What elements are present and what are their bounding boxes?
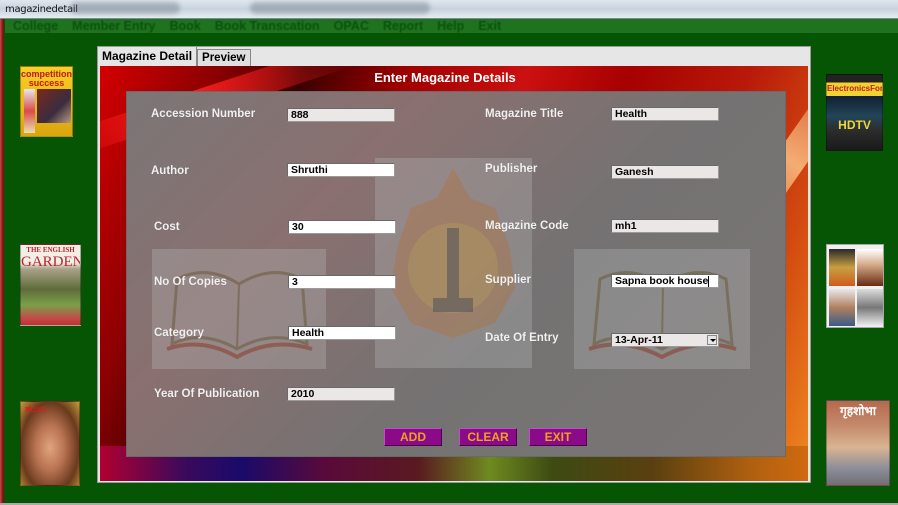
category-input[interactable]: Health [288, 326, 396, 340]
menu-help[interactable]: Help [437, 19, 464, 33]
open-book-icon [166, 271, 313, 360]
cover-image [829, 249, 855, 286]
magazine-title-label: Magazine Title [485, 108, 564, 120]
menu-opac[interactable]: OPAC [334, 19, 369, 33]
menu-exit[interactable]: Exit [478, 19, 501, 33]
titlebar-blur [70, 2, 180, 14]
cost-label: Cost [154, 221, 180, 233]
window-titlebar: magazinedetail [0, 0, 898, 19]
clear-button[interactable]: CLEAR [459, 428, 517, 446]
category-label: Category [154, 327, 204, 339]
magazine-code-input[interactable]: mh1 [611, 219, 719, 233]
cover-image [857, 289, 883, 326]
magazine-cover-english-garden: THE ENGLISH GARDEN [20, 244, 81, 326]
no-of-copies-label: No Of Copies [154, 276, 227, 288]
author-label: Author [151, 165, 189, 177]
add-button[interactable]: ADD [384, 428, 442, 446]
cover-title: THE ENGLISH [26, 246, 75, 254]
open-book-icon [588, 271, 737, 360]
date-of-entry-picker[interactable]: 13-Apr-11 [611, 333, 719, 347]
form-panel: Accession Number 888 Author Shruthi Cost… [126, 91, 786, 457]
no-of-copies-input[interactable]: 3 [288, 275, 396, 289]
year-of-publication-input[interactable]: 2010 [287, 387, 395, 401]
cover-title: competition success [21, 69, 72, 88]
magazine-cover-grihshobha: गृहशोभा [826, 400, 890, 486]
magazine-form-window: Magazine Detail Preview Enter Magazine D… [97, 46, 811, 483]
menu-bar: College Member Entry Book Book Transcati… [5, 19, 898, 33]
titlebar-blur [250, 2, 430, 14]
form-title: Enter Magazine Details [374, 70, 516, 85]
cover-title: ತರಂಗ [25, 404, 46, 415]
date-of-entry-label: Date Of Entry [485, 332, 559, 344]
magazine-cover-electronics-for-you: ElectronicsForYou HDTV [826, 74, 883, 151]
publisher-label: Publisher [485, 163, 538, 175]
open-book-watermark [574, 249, 750, 369]
magazine-title-input[interactable]: Health [611, 107, 719, 121]
supplier-label: Supplier [485, 274, 532, 286]
cover-image [829, 289, 855, 326]
magazine-cover-sudha [826, 244, 884, 328]
menu-college[interactable]: College [13, 19, 58, 33]
menu-book-transaction[interactable]: Book Transcation [215, 19, 320, 33]
date-of-entry-value: 13-Apr-11 [615, 334, 663, 346]
cover-title: गृहशोभा [840, 404, 876, 418]
exit-button[interactable]: EXIT [529, 428, 587, 446]
accession-number-input[interactable]: 888 [287, 108, 395, 122]
cover-image [857, 249, 883, 286]
form-background: Enter Magazine Details Accession Number … [100, 66, 808, 481]
cover-title: ElectronicsForYou [827, 84, 883, 93]
year-of-publication-label: Year Of Publication [154, 388, 260, 400]
cover-image [37, 89, 71, 123]
menu-member-entry[interactable]: Member Entry [72, 19, 155, 33]
cover-title-big: GARDEN [21, 254, 81, 270]
supplier-value: Sapna book house [615, 275, 709, 287]
cover-title-big: HDTV [838, 118, 871, 132]
supplier-input[interactable]: Sapna book house [611, 274, 719, 288]
author-input[interactable]: Shruthi [287, 163, 395, 177]
magazine-cover-competition-success: competition success [20, 66, 73, 137]
cost-input[interactable]: 30 [288, 220, 396, 234]
menu-book[interactable]: Book [170, 19, 201, 33]
magazine-cover-tharanga: ತರಂಗ [20, 401, 80, 486]
magazine-code-label: Magazine Code [485, 220, 569, 232]
tab-magazine-detail[interactable]: Magazine Detail [98, 47, 198, 66]
tab-preview[interactable]: Preview [197, 49, 251, 66]
window-title: magazinedetail [5, 4, 78, 15]
open-book-watermark [152, 249, 326, 369]
cover-image [24, 89, 35, 133]
menu-report[interactable]: Report [383, 19, 423, 33]
publisher-input[interactable]: Ganesh [611, 165, 719, 179]
tab-strip: Magazine Detail Preview [98, 47, 251, 66]
chevron-down-icon[interactable] [707, 335, 717, 345]
text-caret [708, 275, 710, 287]
accession-number-label: Accession Number [151, 108, 256, 120]
